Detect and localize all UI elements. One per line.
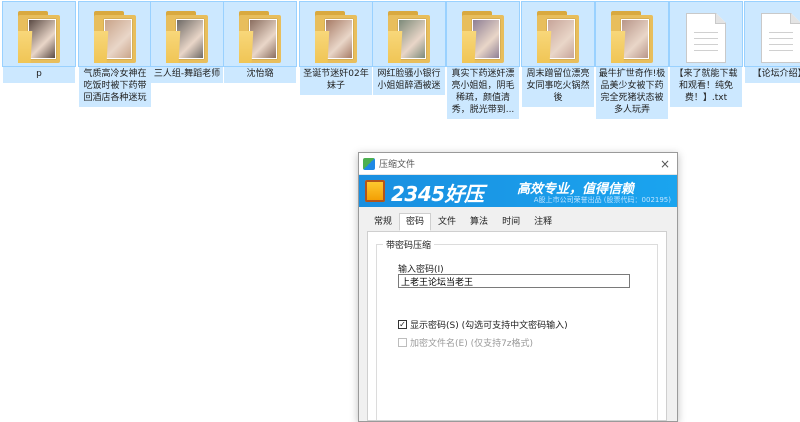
- file-name: 沈怡璐: [224, 66, 296, 83]
- show-password-option[interactable]: ✓ 显示密码(S) (勾选可支持中文密码输入): [398, 318, 568, 331]
- encrypt-filenames-checkbox: [398, 338, 407, 347]
- file-thumbnail: [595, 1, 669, 67]
- folder-icon: [94, 11, 136, 63]
- text-file-item[interactable]: 【来了就能下载和观看！纯免费！】.txt: [669, 1, 743, 107]
- folder-item[interactable]: 最牛扩世奇作!极品美少女被下药完全死猪状态被多人玩弄: [595, 1, 669, 119]
- file-name: 圣诞节迷奸02年妹子: [300, 66, 372, 95]
- file-name: 网红脸骚小银行小姐姐醉酒被迷: [373, 66, 445, 95]
- tab-3[interactable]: 算法: [463, 213, 495, 231]
- encrypt-filenames-option: 加密文件名(E) (仅支持7z格式): [398, 336, 533, 349]
- folder-icon: [315, 11, 357, 63]
- file-name: 三人组-舞蹈老师: [151, 66, 223, 83]
- folder-item[interactable]: 周末蹭留位漂亮女同事吃火锅然後: [521, 1, 595, 107]
- text-file-icon: [761, 13, 800, 63]
- tab-1[interactable]: 密码: [399, 213, 432, 231]
- explorer-file-grid: p 气质高冷女神在吃饭时被下药带回酒店各种迷玩 三人组-舞蹈老师 沈怡璐 圣诞节迷奸02…: [0, 0, 800, 125]
- brand-name: 2345好压: [391, 182, 484, 206]
- file-name: 真实下药迷奸漂亮小姐姐，阴毛稀疏，颜值清秀，脱光带到...: [447, 66, 519, 119]
- file-name: 最牛扩世奇作!极品美少女被下药完全死猪状态被多人玩弄: [596, 66, 668, 119]
- tab-0[interactable]: 常规: [367, 213, 399, 231]
- folder-item[interactable]: 气质高冷女神在吃饭时被下药带回酒店各种迷玩: [78, 1, 152, 107]
- folder-icon: [18, 11, 60, 63]
- file-name: 周末蹭留位漂亮女同事吃火锅然後: [522, 66, 594, 107]
- dialog-tabs: 常规 密码 文件 算法 时间 注释: [367, 213, 559, 231]
- folder-icon: [611, 11, 653, 63]
- password-input[interactable]: [398, 274, 630, 288]
- haozip-app-icon: [363, 157, 375, 170]
- folder-icon: [239, 11, 281, 63]
- file-thumbnail: [299, 1, 373, 67]
- file-thumbnail: [372, 1, 446, 67]
- folder-item[interactable]: 真实下药迷奸漂亮小姐姐，阴毛稀疏，颜值清秀，脱光带到...: [446, 1, 520, 119]
- folder-icon: [166, 11, 208, 63]
- show-password-label: 显示密码(S) (勾选可支持中文密码输入): [410, 321, 568, 331]
- tab-5[interactable]: 注释: [527, 213, 559, 231]
- encrypt-filenames-label: 加密文件名(E) (仅支持7z格式): [410, 339, 534, 349]
- folder-item[interactable]: p: [2, 1, 76, 83]
- file-name: 【论坛介绍】.: [745, 66, 800, 83]
- group-title: 带密码压缩: [383, 238, 435, 251]
- haozip-logo-icon: [365, 180, 385, 202]
- file-thumbnail: [446, 1, 520, 67]
- text-file-item[interactable]: 【论坛介绍】.: [744, 1, 800, 83]
- folder-item[interactable]: 三人组-舞蹈老师: [150, 1, 224, 83]
- file-thumbnail: [521, 1, 595, 67]
- folder-item[interactable]: 圣诞节迷奸02年妹子: [299, 1, 373, 95]
- file-thumbnail: [744, 1, 800, 67]
- close-button[interactable]: ×: [657, 157, 673, 171]
- file-thumbnail: [669, 1, 743, 67]
- file-thumbnail: [223, 1, 297, 67]
- file-thumbnail: [78, 1, 152, 67]
- folder-item[interactable]: 沈怡璐: [223, 1, 297, 83]
- folder-item[interactable]: 网红脸骚小银行小姐姐醉酒被迷: [372, 1, 446, 95]
- folder-icon: [537, 11, 579, 63]
- password-panel: 带密码压缩 输入密码(I) ✓ 显示密码(S) (勾选可支持中文密码输入) 加密…: [367, 231, 667, 421]
- tab-4[interactable]: 时间: [495, 213, 527, 231]
- dialog-titlebar: 压缩文件 ×: [359, 153, 677, 175]
- file-name: 【来了就能下载和观看！纯免费！】.txt: [670, 66, 742, 107]
- file-name: 气质高冷女神在吃饭时被下药带回酒店各种迷玩: [79, 66, 151, 107]
- folder-icon: [462, 11, 504, 63]
- show-password-checkbox[interactable]: ✓: [398, 320, 407, 329]
- brand-subtitle: A股上市公司荣誉出品 (股票代码：002195): [533, 196, 671, 204]
- file-thumbnail: [2, 1, 76, 67]
- dialog-title: 压缩文件: [379, 160, 416, 170]
- compress-dialog: 压缩文件 × 2345好压 高效专业，值得信赖 A股上市公司荣誉出品 (股票代码…: [358, 152, 678, 422]
- file-thumbnail: [150, 1, 224, 67]
- tab-2[interactable]: 文件: [431, 213, 463, 231]
- file-name: p: [3, 66, 75, 83]
- folder-icon: [388, 11, 430, 63]
- brand-banner: 2345好压 高效专业，值得信赖 A股上市公司荣誉出品 (股票代码：002195…: [359, 175, 677, 207]
- text-file-icon: [686, 13, 726, 63]
